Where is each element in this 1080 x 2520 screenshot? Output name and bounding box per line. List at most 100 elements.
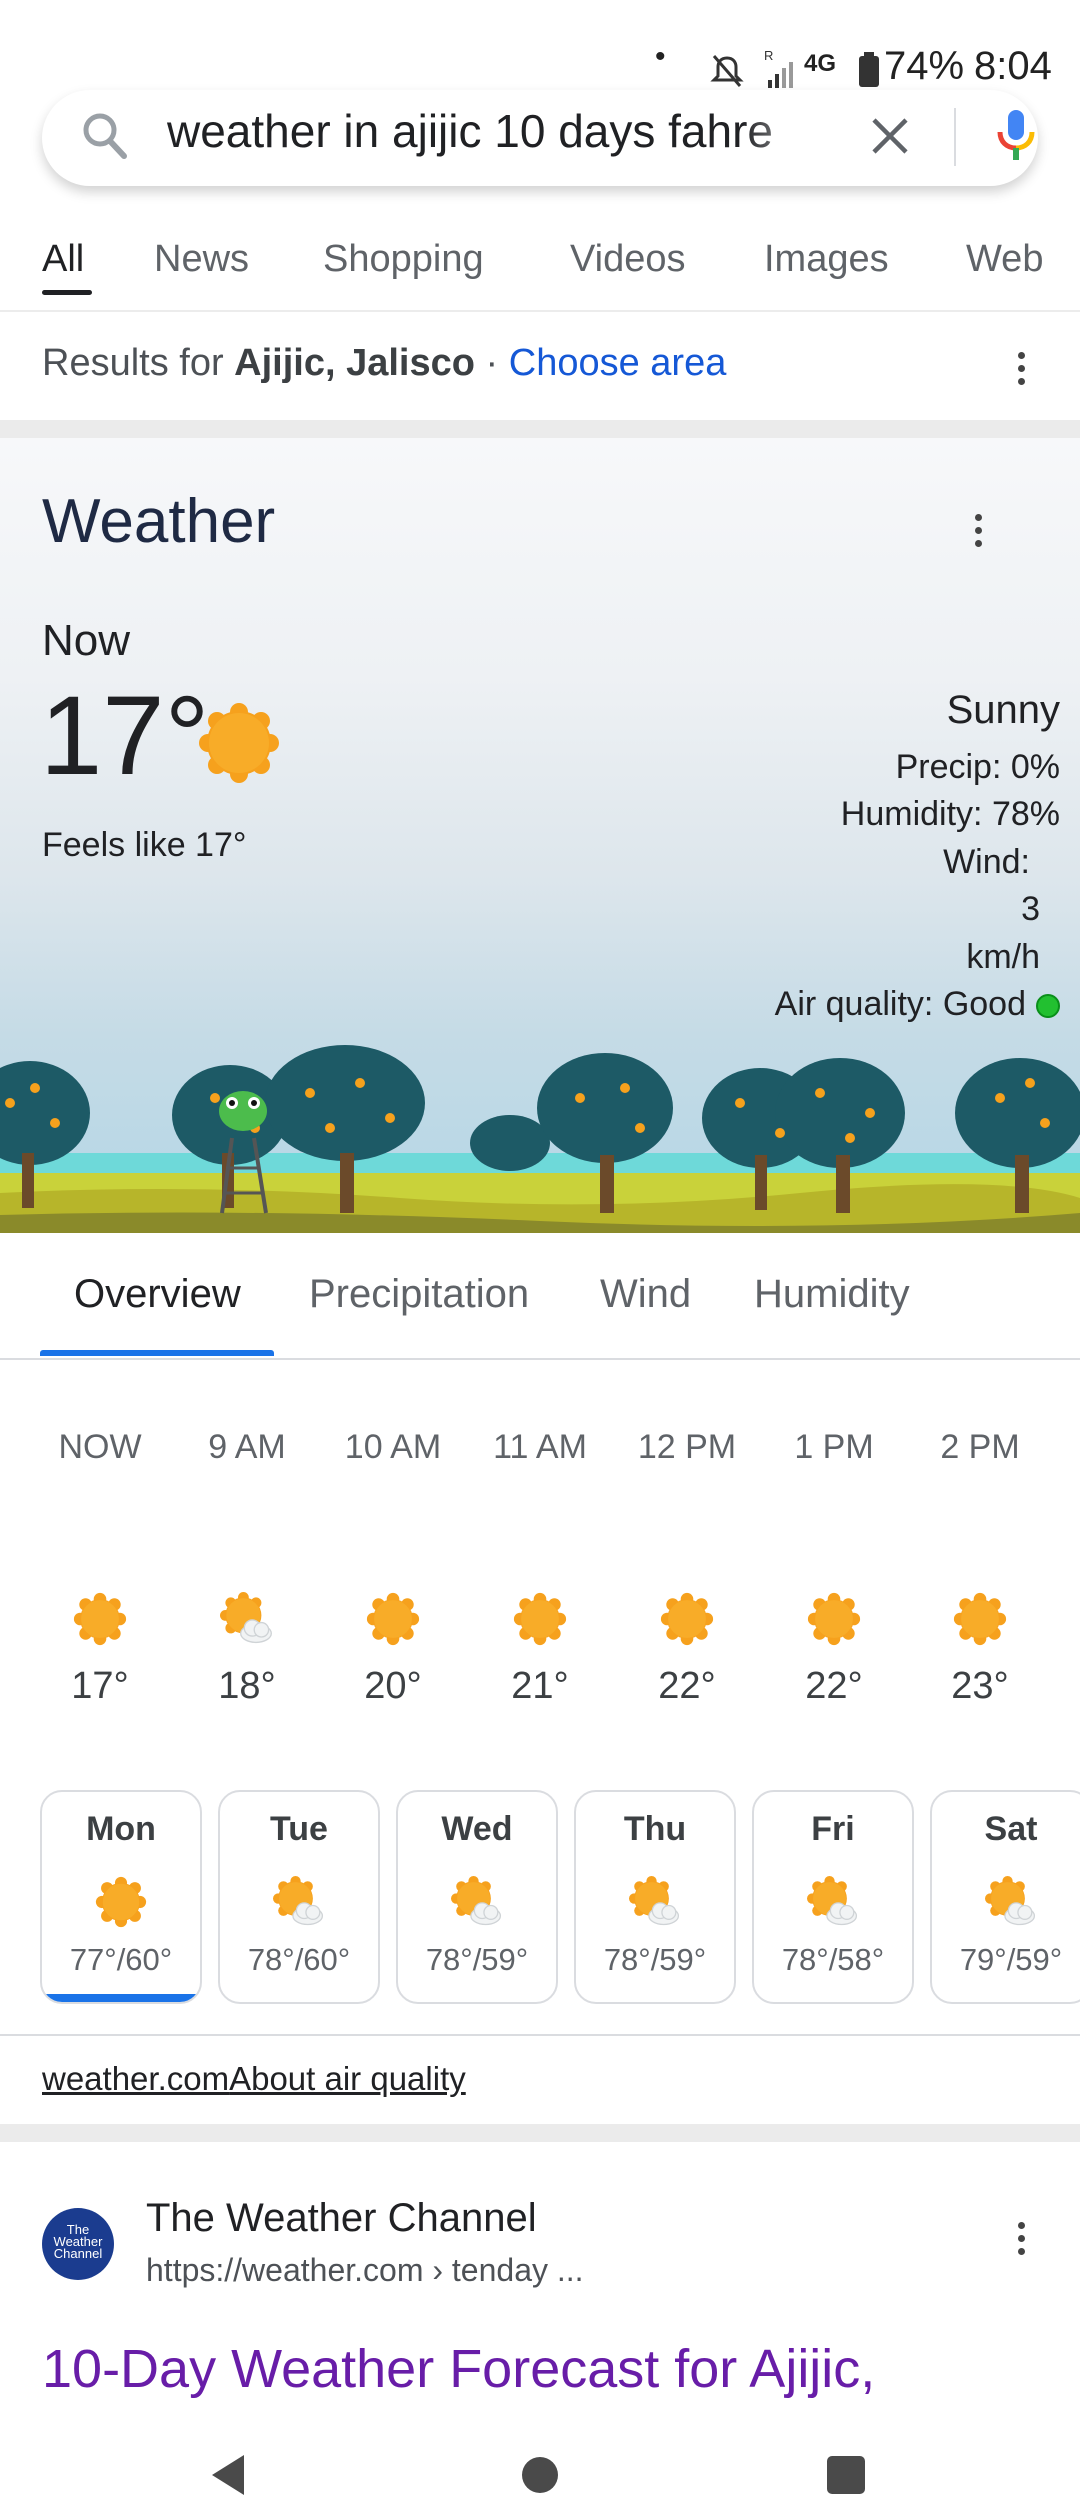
weather-com-link[interactable]: weather.com (42, 2060, 229, 2097)
search-bar[interactable]: weather in ajijic 10 days fahre (42, 90, 1038, 186)
hour-label: 2 PM (940, 1428, 1020, 1466)
results-location: Ajijic, Jalisco (234, 342, 475, 384)
hour-temperature: 23° (951, 1665, 1009, 1707)
system-navigation-bar (0, 2415, 1080, 2520)
sun-icon (660, 1592, 714, 1646)
condition: Sunny (946, 688, 1060, 732)
air-quality: Air quality: Good (775, 985, 1060, 1024)
partly-cloudy-icon (985, 1876, 1037, 1928)
tab-web[interactable]: Web (966, 238, 1043, 281)
active-tab-indicator (42, 290, 92, 295)
selected-day-indicator (42, 1994, 200, 2002)
wind-unit: km/h (966, 938, 1040, 976)
divider (0, 2034, 1080, 2036)
hour-label: 11 AM (493, 1428, 587, 1466)
current-temperature: 17° (40, 673, 210, 798)
more-options-icon[interactable] (1018, 352, 1028, 391)
search-input[interactable]: weather in ajijic 10 days fahre (167, 104, 827, 158)
hour-temperature: 20° (364, 1665, 422, 1707)
hour-temperature: 17° (71, 1665, 129, 1707)
result-title-link[interactable]: 10-Day Weather Forecast for Ajijic, (42, 2338, 875, 2400)
tab-humidity[interactable]: Humidity (754, 1272, 910, 1317)
day-temperature-range: 79°/59° (959, 1942, 1063, 1977)
result-more-icon[interactable] (1018, 2222, 1028, 2261)
partly-cloudy-icon (451, 1876, 503, 1928)
day-card-thu[interactable]: Thu 78°/59° (574, 1790, 736, 2004)
humidity: Humidity: 78% (840, 795, 1060, 833)
section-separator (0, 2124, 1080, 2142)
active-forecast-tab-indicator (40, 1350, 274, 1356)
clear-search-icon[interactable] (868, 114, 912, 158)
orange-grove-illustration (0, 1045, 1080, 1233)
tab-overview[interactable]: Overview (74, 1272, 241, 1317)
about-air-quality-link[interactable]: About air quality (229, 2060, 466, 2097)
wind-value: 3 (1021, 890, 1040, 928)
tab-shopping[interactable]: Shopping (323, 238, 484, 281)
day-temperature-range: 78°/59° (425, 1942, 529, 1977)
hour-temperature: 21° (511, 1665, 569, 1707)
sun-icon (953, 1592, 1007, 1646)
precipitation: Precip: 0% (895, 748, 1060, 786)
logo-text: The Weather Channel (53, 2222, 103, 2261)
home-icon[interactable] (520, 2455, 560, 2495)
battery-icon (859, 52, 879, 87)
hour-temperature: 22° (658, 1665, 716, 1707)
day-temperature-range: 78°/60° (247, 1942, 351, 1977)
weather-channel-logo: The Weather Channel (42, 2208, 114, 2280)
day-name: Thu (623, 1810, 687, 1848)
recents-icon[interactable] (826, 2455, 866, 2495)
section-separator (0, 420, 1080, 438)
tab-news[interactable]: News (154, 238, 249, 281)
results-prefix: Results for (42, 342, 235, 384)
partly-cloudy-icon (629, 1876, 681, 1928)
tab-wind[interactable]: Wind (600, 1272, 691, 1317)
day-temperature-range: 78°/59° (603, 1942, 707, 1977)
choose-area-link[interactable]: Choose area (509, 342, 727, 384)
hour-label: 1 PM (794, 1428, 874, 1466)
battery-percent: 74% (884, 44, 965, 88)
divider (0, 310, 1080, 312)
tab-all[interactable]: All (42, 238, 84, 281)
sun-icon (807, 1592, 861, 1646)
signal-icon: R (764, 48, 793, 88)
partly-cloudy-icon (220, 1592, 274, 1646)
tab-videos[interactable]: Videos (570, 238, 686, 281)
sun-icon (73, 1592, 127, 1646)
result-url[interactable]: https://weather.com › tenday ... (146, 2252, 584, 2289)
microphone-icon[interactable] (994, 108, 1038, 168)
svg-text:R: R (764, 48, 773, 63)
divider (954, 108, 956, 166)
divider (0, 1358, 1080, 1360)
day-card-tue[interactable]: Tue 78°/60° (218, 1790, 380, 2004)
back-icon[interactable] (208, 2453, 248, 2497)
hour-temperature: 22° (805, 1665, 863, 1707)
partly-cloudy-icon (807, 1876, 859, 1928)
tab-images[interactable]: Images (764, 238, 889, 281)
day-name: Sat (984, 1810, 1038, 1848)
clock: 8:04 (974, 44, 1052, 88)
day-name: Fri (811, 1810, 855, 1848)
day-temperature-range: 78°/58° (781, 1942, 885, 1977)
hour-label: NOW (58, 1428, 142, 1466)
results-location-row: Results for Ajijic, Jalisco · Choose are… (42, 342, 726, 385)
result-site-name[interactable]: The Weather Channel (146, 2196, 537, 2241)
now-label: Now (42, 616, 131, 665)
separator: · (474, 342, 509, 384)
weather-more-icon[interactable] (975, 514, 985, 553)
weather-card: Weather Now 17° Feels like 17° Sunny Pre… (0, 438, 1080, 1233)
air-quality-dot-icon (1036, 994, 1060, 1019)
sun-icon (513, 1592, 567, 1646)
partly-cloudy-icon (273, 1876, 325, 1928)
wind-label: Wind: (943, 843, 1030, 881)
day-card-wed[interactable]: Wed 78°/59° (396, 1790, 558, 2004)
network-type: 4G (804, 50, 837, 77)
hour-label: 10 AM (344, 1428, 442, 1466)
day-card-fri[interactable]: Fri 78°/58° (752, 1790, 914, 2004)
hour-label: 12 PM (637, 1428, 737, 1466)
tab-precipitation[interactable]: Precipitation (309, 1272, 529, 1317)
day-temperature-range: 77°/60° (69, 1942, 173, 1977)
day-card-mon[interactable]: Mon 77°/60° (40, 1790, 202, 2004)
sun-icon (199, 703, 279, 783)
day-card-sat[interactable]: Sat 79°/59° (930, 1790, 1080, 2004)
hour-temperature: 18° (218, 1665, 276, 1707)
